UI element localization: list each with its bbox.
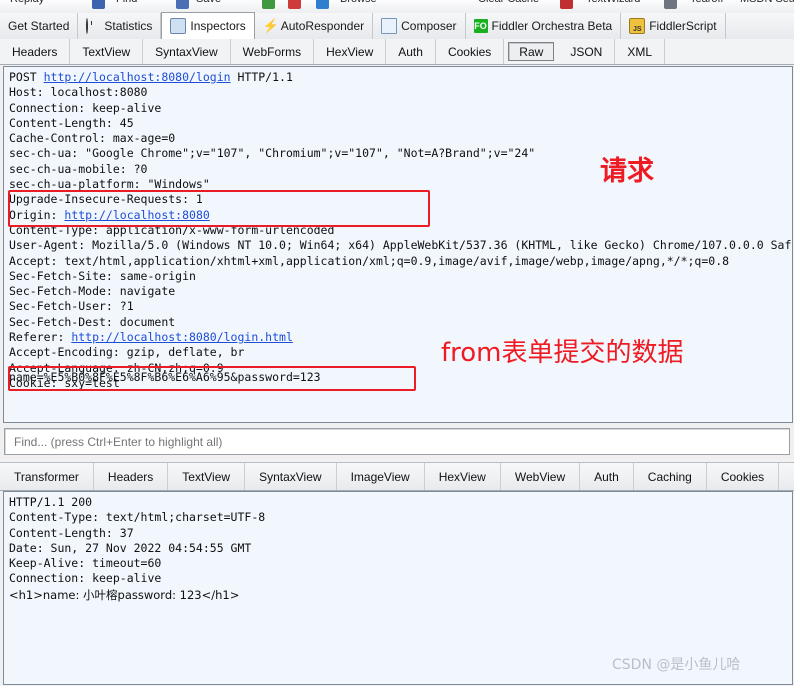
response-tab-textview[interactable]: TextView — [168, 463, 246, 490]
bolt-icon: ⚡ — [262, 18, 279, 33]
browse-icon[interactable] — [316, 0, 329, 9]
referer-url-link[interactable]: http://localhost:8080/login.html — [71, 330, 293, 344]
response-tab-hexview[interactable]: HexView — [425, 463, 501, 490]
csdn-watermark: CSDN @是小鱼儿哈 — [612, 657, 741, 673]
tab-autoresponder[interactable]: ⚡ AutoResponder — [255, 13, 374, 39]
find-icon[interactable] — [92, 0, 105, 9]
request-http-version: HTTP/1.1 — [230, 70, 293, 84]
tab-label: Composer — [401, 19, 457, 33]
request-tab-textview[interactable]: TextView — [70, 39, 144, 64]
request-body-text: name=%E5%B0%8F%E5%8F%B6%E6%A6%95&passwor… — [9, 370, 321, 384]
tab-statistics[interactable]: Statistics — [78, 13, 162, 39]
request-tab-webforms[interactable]: WebForms — [231, 39, 315, 64]
tab-label: FiddlerScript — [649, 19, 717, 33]
tab-label: AutoResponder — [280, 19, 365, 33]
js-script-icon: JS — [629, 18, 646, 34]
tab-label: Fiddler Orchestra Beta — [491, 19, 613, 33]
tab-fiddler-orchestra-beta[interactable]: FO Fiddler Orchestra Beta — [466, 13, 622, 39]
tab-label: Get Started — [8, 19, 70, 33]
request-tab-auth[interactable]: Auth — [386, 39, 436, 64]
save-icon[interactable] — [176, 0, 189, 9]
request-tab-json[interactable]: JSON — [558, 39, 616, 64]
main-toolbar: Replay Find Save Browse Clear Cache Text… — [0, 0, 794, 14]
decode-icon[interactable] — [262, 0, 275, 9]
magnifier-icon — [170, 18, 187, 34]
request-tab-headers[interactable]: Headers — [0, 39, 71, 64]
toolbar-button-browse[interactable]: Browse — [340, 0, 377, 5]
tab-inspectors[interactable]: Inspectors — [161, 12, 255, 39]
annotation-request: 请求 — [600, 156, 654, 187]
request-method: POST — [9, 70, 44, 84]
toolbar-button-clear-cache[interactable]: Clear Cache — [478, 0, 539, 5]
response-tab-transformer[interactable]: Transformer — [0, 463, 94, 490]
compose-icon — [381, 18, 398, 34]
response-view-tab-bar: Transformer Headers TextView SyntaxView … — [0, 462, 794, 491]
request-raw-pane[interactable]: POST http://localhost:8080/login HTTP/1.… — [3, 66, 793, 423]
toolbar-button-find[interactable]: Find — [116, 0, 137, 5]
request-tab-cookies[interactable]: Cookies — [436, 39, 505, 64]
annotation-form-data: from表单提交的数据 — [441, 338, 684, 368]
request-tab-hexview[interactable]: HexView — [314, 39, 387, 64]
fo-badge-icon: FO — [473, 19, 488, 33]
origin-url-link[interactable]: http://localhost:8080 — [64, 208, 209, 222]
response-tab-imageview[interactable]: ImageView — [337, 463, 425, 490]
tab-label: Statistics — [104, 19, 153, 33]
request-view-tab-bar: Headers TextView SyntaxView WebForms Hex… — [0, 39, 794, 65]
response-tab-syntaxview[interactable]: SyntaxView — [245, 463, 337, 490]
request-tab-syntaxview[interactable]: SyntaxView — [143, 39, 231, 64]
request-headers-block-2: Content-Type: application/x-www-form-url… — [9, 222, 792, 345]
tearoff-icon[interactable] — [664, 0, 677, 9]
response-headers-text: HTTP/1.1 200 Content-Type: text/html;cha… — [9, 495, 266, 586]
toolbar-button-tearoff[interactable]: Tearoff — [690, 0, 723, 5]
toolbar-button-textwizard[interactable]: TextWizard — [586, 0, 640, 5]
textwizard-icon[interactable] — [560, 0, 573, 9]
tab-fiddlerscript[interactable]: JS FiddlerScript — [621, 13, 726, 39]
request-url-link[interactable]: http://localhost:8080/login — [44, 70, 231, 84]
response-tab-headers[interactable]: Headers — [94, 463, 169, 490]
response-body-text: <h1>name: 小叶榕password: 123</h1> — [9, 588, 240, 602]
fiddler-window: Replay Find Save Browse Clear Cache Text… — [0, 0, 794, 686]
response-tab-cookies[interactable]: Cookies — [707, 463, 780, 490]
find-bar[interactable] — [4, 428, 790, 455]
request-headers-block-1: Host: localhost:8080 Connection: keep-al… — [9, 85, 536, 222]
tab-composer[interactable]: Composer — [373, 13, 466, 39]
response-tab-auth[interactable]: Auth — [580, 463, 634, 490]
toolbar-button-msdn-search[interactable]: MSDN Search — [740, 0, 794, 5]
main-tab-bar: Get Started Statistics Inspectors ⚡ Auto… — [0, 12, 794, 40]
response-tab-webview[interactable]: WebView — [501, 463, 581, 490]
find-input[interactable] — [12, 433, 769, 450]
tab-label: Inspectors — [190, 19, 246, 33]
tab-get-started[interactable]: Get Started — [0, 13, 79, 39]
toolbar-button-replay[interactable]: Replay — [10, 0, 44, 5]
toolbar-button-save[interactable]: Save — [196, 0, 221, 5]
request-tab-xml[interactable]: XML — [615, 39, 666, 64]
clear-icon[interactable] — [288, 0, 301, 9]
response-tab-caching[interactable]: Caching — [634, 463, 707, 490]
request-tab-raw[interactable]: Raw — [508, 42, 555, 61]
clock-icon — [86, 18, 100, 34]
